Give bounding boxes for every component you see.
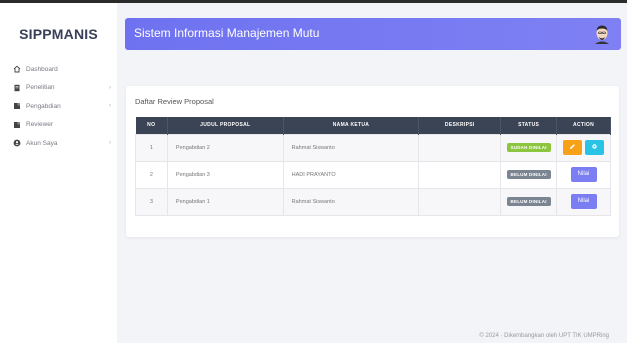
sidebar-item-label: Akun Saya (26, 139, 58, 147)
sidebar-item-reviewer[interactable]: Reviewer (13, 116, 111, 135)
cell-action (556, 133, 611, 162)
sidebar-nav: Dashboard Penelitian › Pengabdian › Revi… (13, 60, 111, 153)
cell-no: 1 (135, 133, 168, 162)
cell-deskripsi (418, 133, 502, 162)
sidebar-item-label: Penelitian (26, 84, 55, 92)
cell-judul: Pengabdian 1 (166, 187, 284, 216)
detail-button[interactable] (585, 140, 605, 155)
sidebar: SIPPMANIS Dashboard Penelitian › Pengabd… (0, 3, 117, 343)
pencil-icon (570, 144, 575, 149)
sidebar-item-dashboard[interactable]: Dashboard (13, 60, 111, 79)
chevron-right-icon: › (109, 84, 111, 91)
column-header-status: STATUS (500, 117, 558, 134)
page-title: Sistem Informasi Manajemen Mutu (134, 26, 320, 40)
folder-icon (13, 121, 21, 129)
top-header: Sistem Informasi Manajemen Mutu (125, 18, 621, 50)
cell-no: 2 (135, 160, 168, 189)
cell-deskripsi (418, 187, 502, 216)
folder-icon (13, 102, 21, 110)
footer-text: © 2024 · Dikembangkan oleh UPT TIK UMPRi… (479, 333, 609, 339)
user-avatar[interactable] (593, 24, 611, 44)
status-badge: SUDAH DINILAI (506, 143, 551, 152)
nilai-button[interactable]: Nilai (570, 167, 597, 182)
review-proposal-card: Daftar Review Proposal NO JUDUL PROPOSAL… (126, 86, 619, 237)
edit-button[interactable] (563, 140, 583, 155)
sidebar-item-label: Reviewer (26, 121, 54, 129)
table-header-row: NO JUDUL PROPOSAL NAMA KETUA DESKRIPSI S… (135, 117, 611, 134)
cell-ketua: Rahmat Siswanto (282, 133, 420, 162)
table-row: 3 Pengabdian 1 Rahmat Siswanto BELUM DIN… (135, 187, 611, 216)
review-table: NO JUDUL PROPOSAL NAMA KETUA DESKRIPSI S… (135, 117, 611, 216)
sidebar-item-penelitian[interactable]: Penelitian › (13, 79, 111, 98)
sidebar-item-label: Pengabdian (26, 102, 61, 110)
card-title: Daftar Review Proposal (135, 97, 214, 106)
cell-ketua: HADI PRAYANTO (282, 160, 420, 189)
user-circle-icon (13, 139, 21, 147)
column-header-action: ACTION (556, 117, 611, 134)
cell-judul: Pengabdian 2 (166, 133, 284, 162)
sidebar-item-pengabdian[interactable]: Pengabdian › (13, 97, 111, 116)
cell-status: BELUM DINILAI (500, 187, 558, 216)
status-badge: BELUM DINILAI (506, 170, 551, 179)
column-header-deskripsi: DESKRIPSI (418, 117, 502, 134)
document-icon (13, 84, 21, 92)
sidebar-item-akun-saya[interactable]: Akun Saya › (13, 134, 111, 153)
chevron-right-icon: › (109, 103, 111, 110)
cell-status: SUDAH DINILAI (500, 133, 558, 162)
cell-action: Nilai (556, 187, 611, 216)
nilai-button[interactable]: Nilai (570, 194, 597, 209)
gear-icon (592, 144, 597, 149)
cell-action: Nilai (556, 160, 611, 189)
status-badge: BELUM DINILAI (506, 197, 551, 206)
sidebar-item-label: Dashboard (26, 65, 58, 73)
cell-deskripsi (418, 160, 502, 189)
column-header-ketua: NAMA KETUA (283, 117, 420, 134)
table-row: 1 Pengabdian 2 Rahmat Siswanto SUDAH DIN… (135, 133, 611, 162)
chevron-right-icon: › (109, 140, 111, 147)
main-content: Sistem Informasi Manajemen Mutu Daftar R… (117, 3, 627, 343)
table-row: 2 Pengabdian 3 HADI PRAYANTO BELUM DINIL… (135, 160, 611, 189)
home-icon (13, 65, 21, 73)
cell-no: 3 (135, 187, 168, 216)
column-header-judul: JUDUL PROPOSAL (167, 117, 284, 134)
cell-ketua: Rahmat Siswanto (282, 187, 420, 216)
cell-judul: Pengabdian 3 (166, 160, 284, 189)
brand-logo-text[interactable]: SIPPMANIS (0, 26, 117, 42)
column-header-no: NO (135, 117, 168, 134)
cell-status: BELUM DINILAI (500, 160, 558, 189)
